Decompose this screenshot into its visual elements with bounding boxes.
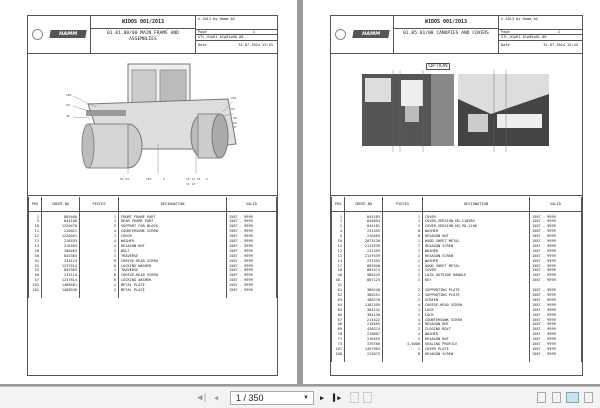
two-page-view-icon[interactable] (566, 392, 579, 403)
hamm-logo: HAMM (49, 30, 87, 38)
doc-title: WIDOS 001/2013 (394, 16, 498, 29)
cell-pos: 1 (331, 211, 345, 220)
parts-table: POS IDENT-NO PIECES DESIGNATION VALID 1 84518… (331, 197, 582, 362)
figure-callout: 57 (233, 125, 237, 129)
table-row: 51 235124 6 CHEESE-HEAD SCREW 1587 - 9999 (28, 258, 277, 264)
page-number-input[interactable]: 1 / 350 ▼ (230, 391, 314, 405)
table-header-row: POS IDENT-NO PIECES DESIGNATION VALID (28, 197, 277, 212)
sheet-header: HAMM WIDOS 001/2013 01.05.01/00 CANOPIES… (331, 16, 582, 54)
option-label: OPTION (426, 63, 450, 70)
cell-ident-no: 885460 (41, 211, 80, 220)
table-filler-row (331, 356, 582, 362)
table-row: 1 845183 1 COVER 1587 - 9999 (331, 211, 582, 220)
page-left: HAMM WIDOS 001/2013 01.01.00/00 MAIN FRA… (0, 0, 297, 384)
table-filler-row (28, 293, 277, 298)
copyright: © 2013 by Hamm AG (501, 17, 538, 21)
roller-compactor-drawing: 10250491015556595751 52 101 2 10 12 1411 13… (66, 63, 237, 186)
figure-callout: 51 52 (120, 177, 129, 181)
hamm-logo: HAMM (352, 30, 390, 38)
column-header-ident-no: IDENT-NO (41, 197, 80, 212)
figure-callout: 11 13 (186, 182, 195, 186)
cell-valid: 1587 - 9999 (529, 211, 582, 220)
column-header-pieces: PIECES (79, 197, 119, 212)
column-header-pieces: PIECES (382, 197, 423, 212)
single-page-view-icon[interactable] (537, 392, 546, 403)
photo-figures (362, 70, 549, 152)
cell-designation: FRONT FRAME PART (118, 211, 227, 220)
cell-ident-no: 845183 (344, 211, 383, 220)
column-header-pos: POS (331, 197, 345, 212)
canopy-photos: OPTION (331, 54, 582, 196)
parts-table: POS IDENT-NO PIECES DESIGNATION VALID 2 88546… (28, 197, 277, 298)
column-header-valid: VALID (226, 197, 277, 212)
table-row: 64 1182359 4 CHEESE-HEAD SCREW 1587 - 9999 (331, 302, 582, 308)
page-indicator: 1 / 350 (236, 393, 264, 403)
wirtgen-seal-logo (32, 29, 43, 40)
meta-cell: © 2013 by Hamm AG Page 1 STL_H1pR1_01p01p… (196, 16, 277, 53)
doc-id: STL_H1pR1_01p01p00-00 (196, 34, 277, 41)
logo-cell: HAMM (28, 16, 91, 53)
date-value: 31.07.2024 15:45 (543, 43, 578, 47)
continuous-view-icon[interactable] (552, 392, 561, 403)
next-page-icon[interactable]: ▶ (320, 392, 324, 404)
figure-callout: 49 (66, 114, 70, 118)
section-title: 01.05.01/00 CANOPIES AND COVERS (403, 31, 489, 36)
parts-sheet: HAMM WIDOS 001/2013 01.01.00/00 MAIN FRA… (27, 15, 278, 376)
date-row: Date 31.07.2024 15:45 (499, 43, 582, 48)
figure-callout: 3 (206, 177, 208, 181)
date-value: 31.07.2024 15:45 (238, 43, 273, 47)
logo-cell: HAMM (331, 16, 394, 53)
wirtgen-seal-logo (335, 29, 346, 40)
cell-pieces: 1 (79, 211, 119, 220)
page-right: HAMM WIDOS 001/2013 01.05.01/00 CANOPIES… (303, 0, 600, 384)
column-header-designation: DESIGNATION (118, 197, 227, 212)
figure-callout: 102 (66, 93, 72, 97)
sheet-header: HAMM WIDOS 001/2013 01.01.00/00 MAIN FRA… (28, 16, 277, 54)
table-header-row: POS IDENT-NO PIECES DESIGNATION VALID (331, 197, 582, 212)
title-cell: WIDOS 001/2013 01.05.01/00 CANOPIES AND … (394, 16, 499, 53)
parts-sheet: HAMM WIDOS 001/2013 01.05.01/00 CANOPIES… (330, 15, 583, 376)
copy-page-icon[interactable] (350, 392, 359, 403)
paste-page-icon[interactable] (363, 392, 372, 403)
column-header-designation: DESIGNATION (422, 197, 530, 212)
column-header-valid: VALID (529, 197, 582, 212)
date-row: Date 31.07.2024 15:45 (196, 43, 277, 48)
chevron-down-icon[interactable]: ▼ (303, 392, 309, 404)
section-title: 01.01.00/00 MAIN FRAME AND ASSEMBLIES (107, 31, 179, 42)
doc-id: STL_H1pR1_01p05p01-00 (499, 34, 582, 41)
column-header-ident-no: IDENT-NO (344, 197, 383, 212)
figure-callout: 10 12 14 (186, 177, 201, 181)
figure-callout: 101 (231, 96, 237, 100)
figure-callout: 2 (163, 177, 165, 181)
date-label: Date (501, 43, 510, 47)
table-row: 2 885460 1 FRONT FRAME PART 1587 - 9999 (28, 211, 277, 220)
doc-title: WIDOS 001/2013 (91, 16, 195, 29)
first-page-icon[interactable]: ◀‎| (197, 392, 208, 404)
cell-pos: 2 (28, 211, 42, 220)
meta-cell: © 2013 by Hamm AG Page 1 STL_H1pR1_01p05p… (499, 16, 582, 53)
document-viewer[interactable]: HAMM WIDOS 001/2013 01.01.00/00 MAIN FRA… (0, 0, 600, 386)
column-header-pos: POS (28, 197, 42, 212)
title-cell: WIDOS 001/2013 01.01.00/00 MAIN FRAME AN… (91, 16, 196, 53)
cell-valid: 1587 - 9999 (226, 211, 277, 220)
roller-illustration: 102 50 49 101 55 56 59 57 51 52 101 2 10 12 14 11 13… (28, 54, 277, 196)
figure-callout: 55 (231, 107, 235, 111)
date-label: Date (198, 43, 207, 47)
previous-page-icon[interactable]: ◀ (214, 392, 218, 404)
cell-pieces: 1 (382, 211, 423, 220)
copyright: © 2013 by Hamm AG (198, 17, 235, 21)
page-navigation-toolbar: ◀‎| ◀ 1 / 350 ▼ ▶ ▌▶ (0, 386, 600, 408)
last-page-icon[interactable]: ▌▶ (333, 392, 341, 404)
figure-callout: 56 (233, 116, 237, 120)
cell-designation: COVER (422, 211, 530, 220)
figure-callout: 101 (146, 177, 152, 181)
figure-callout: 50 (66, 103, 70, 107)
two-page-continuous-view-icon[interactable] (584, 392, 593, 403)
